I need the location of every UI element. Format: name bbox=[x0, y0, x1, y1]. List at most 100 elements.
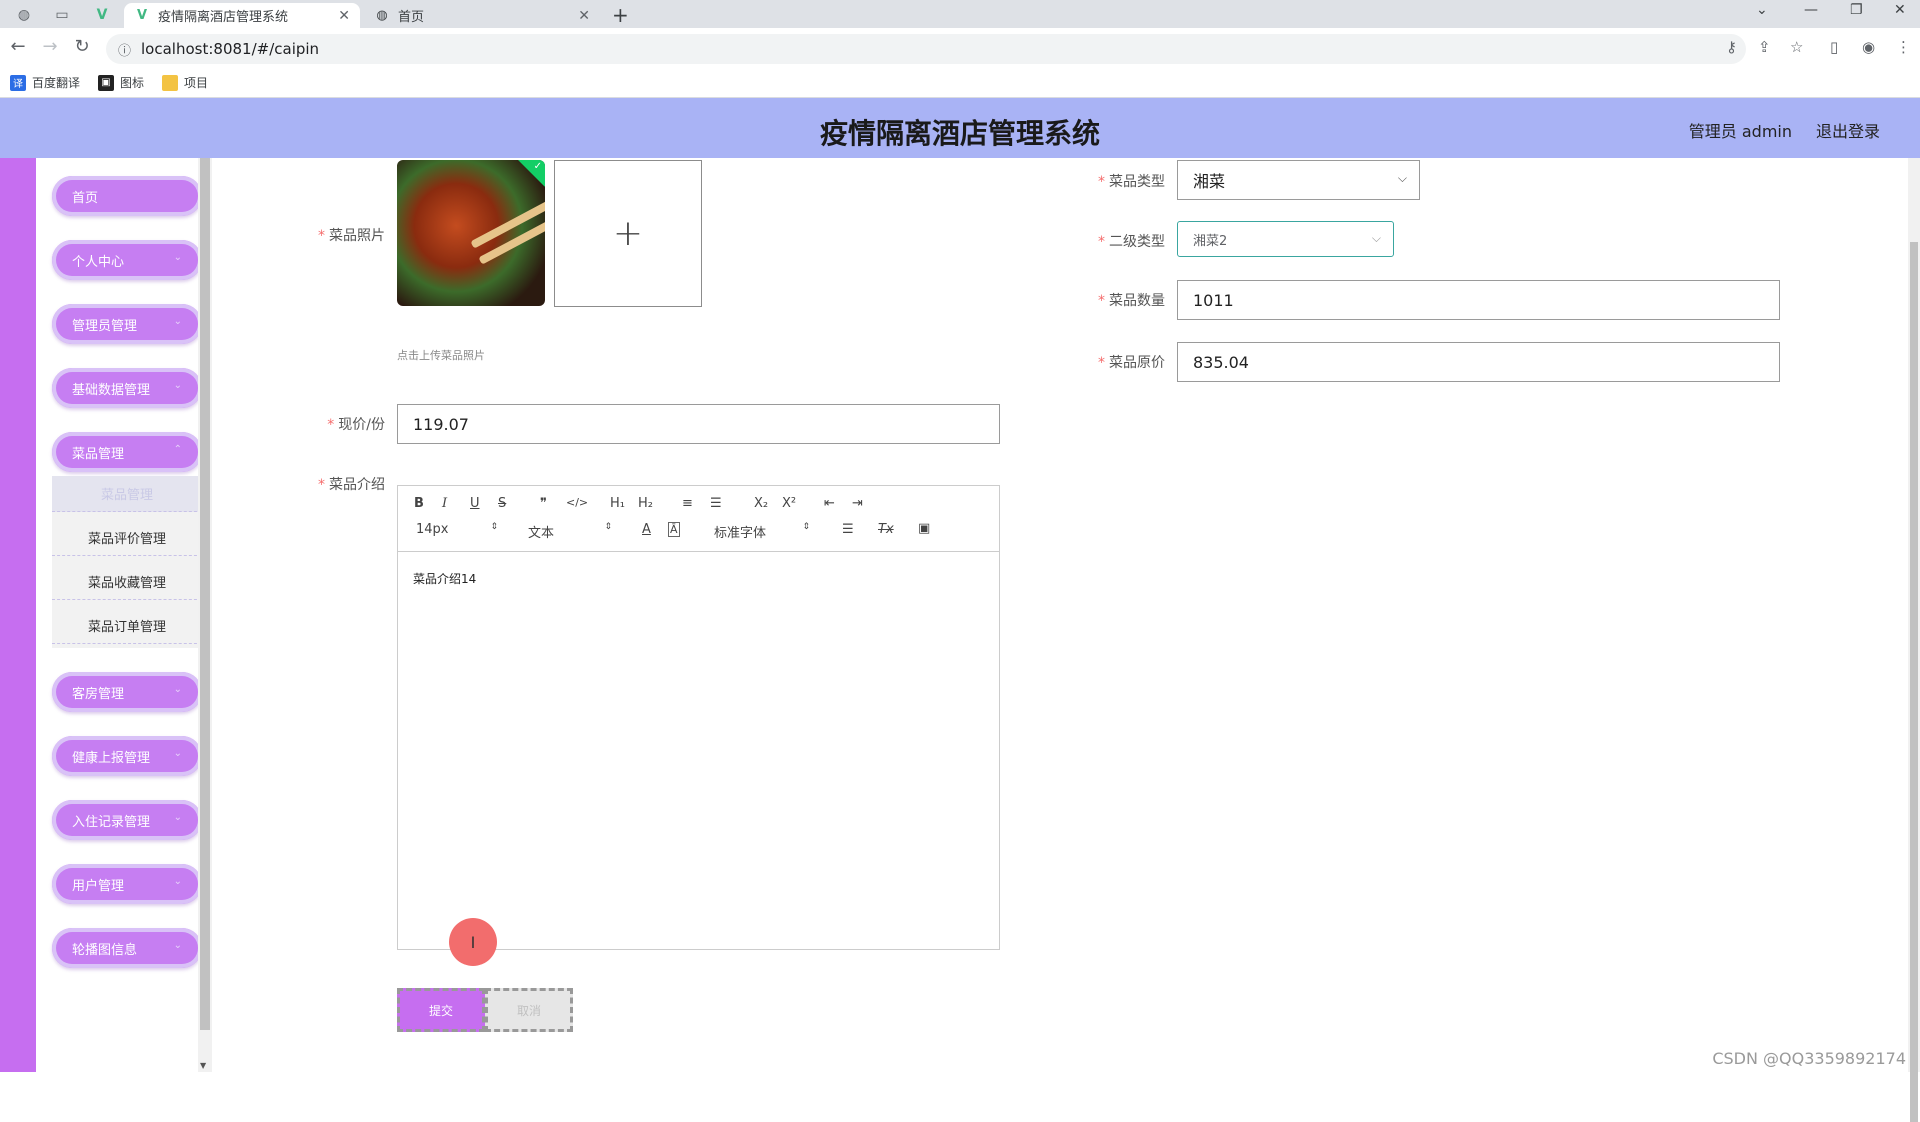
chevron-down-icon: ⌄ bbox=[174, 748, 182, 759]
image-insert-button[interactable]: ▣ bbox=[918, 521, 930, 536]
share-icon[interactable]: ⇪ bbox=[1758, 38, 1771, 56]
minimize-icon[interactable]: — bbox=[1804, 2, 1818, 18]
original-price-input[interactable]: 835.04 bbox=[1177, 342, 1780, 382]
scroll-down-icon[interactable]: ▼ bbox=[200, 1061, 206, 1070]
indent-button[interactable]: ⇥ bbox=[852, 496, 863, 511]
sidebar-item-home[interactable]: 首页 bbox=[52, 176, 202, 216]
sidebar-item-health[interactable]: 健康上报管理⌄ bbox=[52, 736, 202, 776]
sidebar: 首页 个人中心⌄ 管理员管理⌄ 基础数据管理⌄ 菜品管理⌃ 菜品管理 菜品评价管… bbox=[36, 158, 198, 1072]
bookmark-baidu-translate[interactable]: 译 百度翻译 bbox=[10, 74, 80, 91]
superscript-button[interactable]: X² bbox=[782, 496, 796, 511]
submit-button[interactable]: 提交 bbox=[397, 988, 485, 1032]
close-icon[interactable]: ✕ bbox=[578, 8, 590, 24]
chevron-down-icon: ⌄ bbox=[174, 252, 182, 263]
category-select[interactable]: 湘菜 ⌵ bbox=[1177, 160, 1420, 200]
logout-link[interactable]: 退出登录 bbox=[1816, 118, 1880, 142]
tab-title: 疫情隔离酒店管理系统 bbox=[158, 6, 288, 25]
subcategory-select[interactable]: 湘菜2 ⌵ bbox=[1177, 221, 1394, 257]
chevron-down-icon: ⌵ bbox=[1372, 231, 1381, 246]
back-icon[interactable]: ← bbox=[6, 36, 30, 57]
upload-button[interactable]: + bbox=[554, 160, 702, 307]
sidepanel-icon[interactable]: ▯ bbox=[1830, 38, 1838, 56]
subscript-button[interactable]: X₂ bbox=[754, 496, 768, 511]
ordered-list-button[interactable]: ≡ bbox=[682, 496, 693, 511]
upload-hint: 点击上传菜品照片 bbox=[397, 347, 485, 363]
chevron-down-icon: ⌄ bbox=[174, 940, 182, 951]
tab-title: 首页 bbox=[398, 6, 424, 25]
sidebar-subitem-dish-order[interactable]: 菜品订单管理 bbox=[52, 608, 202, 644]
profile-icon[interactable]: ◉ bbox=[1862, 38, 1875, 56]
align-button[interactable]: ☰ bbox=[842, 522, 854, 537]
code-block-button[interactable]: </> bbox=[566, 496, 588, 509]
bullet-list-button[interactable]: ☰ bbox=[710, 496, 722, 511]
key-icon[interactable]: ⚷ bbox=[1726, 38, 1737, 56]
blockquote-button[interactable]: ❞ bbox=[540, 496, 547, 511]
close-icon[interactable]: ✕ bbox=[338, 8, 350, 24]
sidebar-scrollbar[interactable]: ▼ bbox=[198, 158, 212, 1072]
sidebar-subitem-dish-manage[interactable]: 菜品管理 bbox=[52, 476, 202, 512]
font-color-button[interactable]: A bbox=[642, 522, 651, 537]
bookmark-project[interactable]: 项目 bbox=[162, 74, 208, 91]
cancel-button[interactable]: 取消 bbox=[485, 988, 573, 1032]
image-icon: ▣ bbox=[98, 75, 114, 91]
chevron-down-icon: ⌄ bbox=[174, 684, 182, 695]
vue-icon[interactable]: V bbox=[88, 4, 116, 26]
tab-home[interactable]: ◍ 首页 ✕ bbox=[364, 3, 600, 28]
text-cursor-icon: I bbox=[471, 933, 476, 952]
editor-content-area[interactable]: 菜品介绍14 bbox=[398, 553, 999, 949]
page-title: 疫情隔离酒店管理系统 bbox=[0, 112, 1920, 152]
url-input[interactable]: ⓘ localhost:8081/#/caipin bbox=[106, 34, 1746, 64]
main-scrollbar[interactable] bbox=[1908, 158, 1920, 1072]
header1-button[interactable]: H₁ bbox=[610, 496, 625, 511]
reload-icon[interactable]: ↻ bbox=[70, 36, 94, 57]
new-tab-button[interactable]: + bbox=[612, 3, 629, 27]
sidebar-strip bbox=[0, 158, 36, 1072]
scrollbar-thumb[interactable] bbox=[1910, 242, 1918, 1122]
forward-icon[interactable]: → bbox=[38, 36, 62, 57]
blank-tab-icon[interactable]: ▭ bbox=[48, 4, 76, 26]
sidebar-item-users[interactable]: 用户管理⌄ bbox=[52, 864, 202, 904]
sidebar-item-checkin[interactable]: 入住记录管理⌄ bbox=[52, 800, 202, 840]
restore-icon[interactable]: ❐ bbox=[1850, 2, 1863, 18]
original-price-label: *菜品原价 bbox=[1090, 352, 1165, 372]
rich-text-editor: B I U S ❞ </> H₁ H₂ ≡ ☰ X₂ X² ⇤ ⇥ 14px⇕ … bbox=[397, 485, 1000, 950]
sidebar-item-profile[interactable]: 个人中心⌄ bbox=[52, 240, 202, 280]
info-icon[interactable]: ⓘ bbox=[118, 40, 131, 59]
font-size-select[interactable]: 14px⇕ bbox=[416, 522, 498, 537]
folder-icon bbox=[162, 75, 178, 91]
category-label: *菜品类型 bbox=[1090, 171, 1165, 191]
bookmarks-bar: 译 百度翻译 ▣ 图标 项目 bbox=[0, 68, 1920, 98]
bold-button[interactable]: B bbox=[414, 496, 424, 511]
sidebar-item-admins[interactable]: 管理员管理⌄ bbox=[52, 304, 202, 344]
font-family-select[interactable]: 标准字体⇕ bbox=[714, 522, 810, 541]
editor-toolbar: B I U S ❞ </> H₁ H₂ ≡ ☰ X₂ X² ⇤ ⇥ 14px⇕ … bbox=[398, 486, 999, 552]
header-select[interactable]: 文本⇕ bbox=[528, 522, 612, 541]
underline-button[interactable]: U bbox=[470, 496, 480, 511]
sidebar-item-dishes[interactable]: 菜品管理⌃ bbox=[52, 432, 202, 472]
tab-active[interactable]: V 疫情隔离酒店管理系统 ✕ bbox=[124, 3, 360, 28]
strike-button[interactable]: S bbox=[498, 496, 506, 511]
quantity-input[interactable]: 1011 bbox=[1177, 280, 1780, 320]
scrollbar-thumb[interactable] bbox=[200, 158, 210, 1030]
price-input[interactable]: 119.07 bbox=[397, 404, 1000, 444]
sidebar-subitem-dish-review[interactable]: 菜品评价管理 bbox=[52, 520, 202, 556]
sidebar-item-carousel[interactable]: 轮播图信息⌄ bbox=[52, 928, 202, 968]
sidebar-item-rooms[interactable]: 客房管理⌄ bbox=[52, 672, 202, 712]
outdent-button[interactable]: ⇤ bbox=[824, 496, 835, 511]
sidebar-item-basic-data[interactable]: 基础数据管理⌄ bbox=[52, 368, 202, 408]
header2-button[interactable]: H₂ bbox=[638, 496, 653, 511]
clean-format-button[interactable]: Tx bbox=[878, 522, 894, 537]
photo-label: *菜品照片 bbox=[310, 225, 385, 245]
sidebar-subitem-dish-favorite[interactable]: 菜品收藏管理 bbox=[52, 564, 202, 600]
star-icon[interactable]: ☆ bbox=[1790, 38, 1803, 56]
menu-icon[interactable]: ⋮ bbox=[1896, 38, 1911, 56]
globe-icon[interactable]: ◍ bbox=[10, 4, 38, 26]
window-close-icon[interactable]: ✕ bbox=[1894, 2, 1906, 18]
background-color-button[interactable]: Ā bbox=[668, 522, 680, 537]
italic-button[interactable]: I bbox=[442, 496, 447, 511]
tab-search-icon[interactable]: ⌄ bbox=[1756, 2, 1768, 18]
editor-content-text: 菜品介绍14 bbox=[413, 570, 476, 587]
check-icon: ✓ bbox=[534, 161, 542, 172]
dish-photo-thumbnail[interactable]: ✓ bbox=[397, 160, 545, 306]
bookmark-icons[interactable]: ▣ 图标 bbox=[98, 74, 144, 91]
